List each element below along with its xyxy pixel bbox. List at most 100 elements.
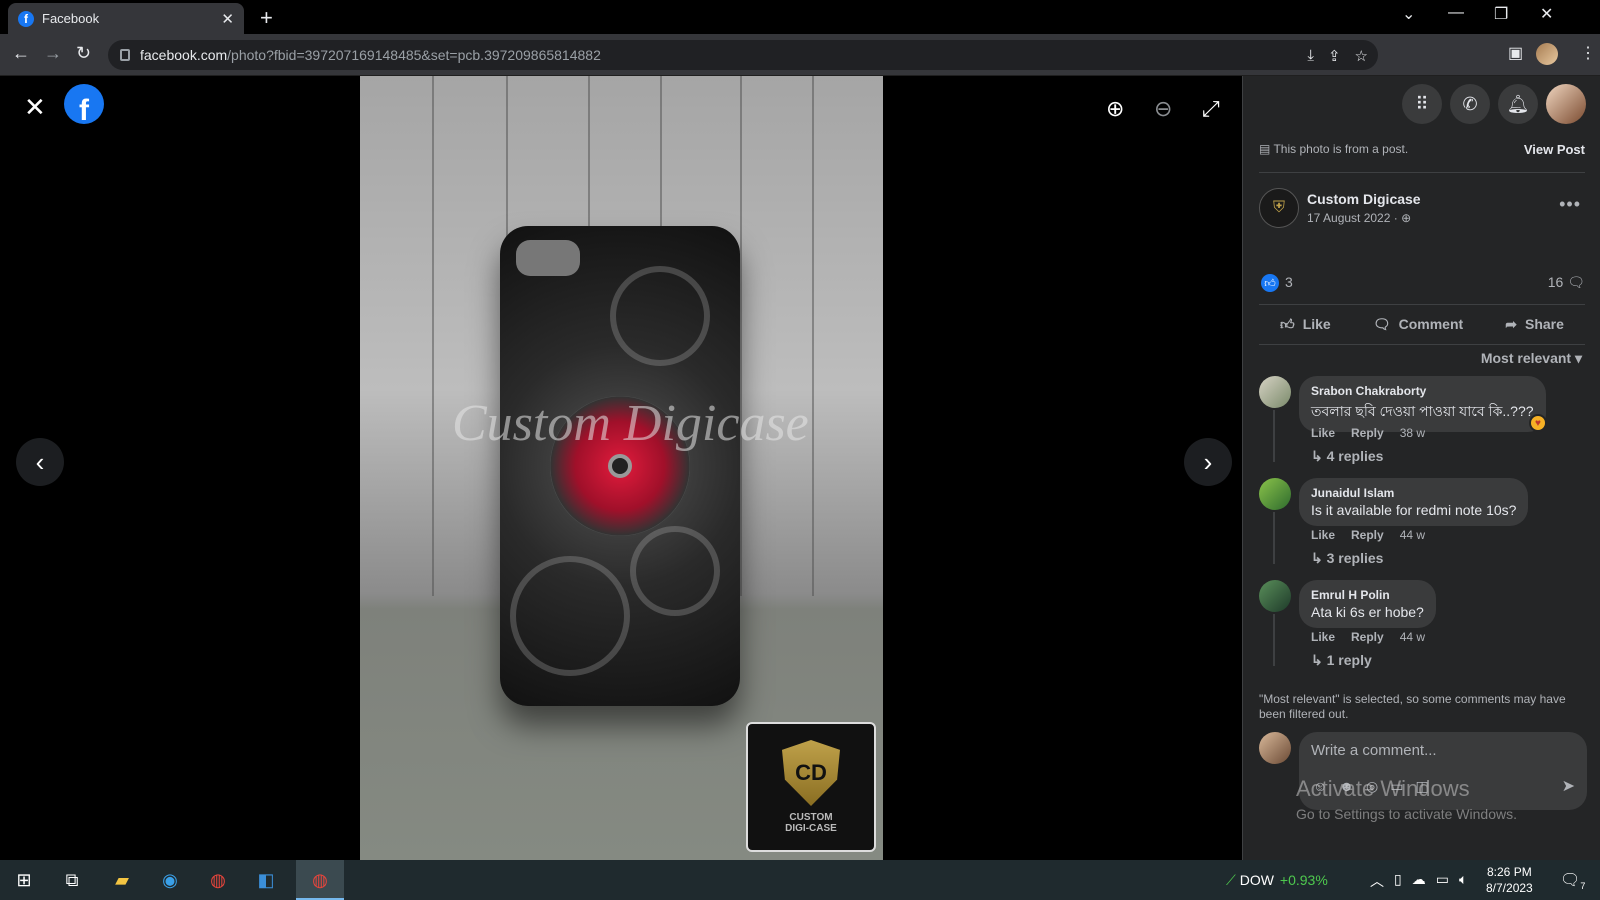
shield-logo-icon: CD: [782, 740, 840, 806]
volume-icon[interactable]: 🔈︎: [1459, 871, 1467, 891]
view-replies-link[interactable]: ↳ 1 reply: [1311, 652, 1372, 669]
close-icon[interactable]: ✕: [24, 92, 46, 123]
commenter-avatar[interactable]: [1259, 580, 1291, 612]
onedrive-icon[interactable]: ☁: [1412, 871, 1426, 891]
tab-search-icon[interactable]: ⌄: [1402, 4, 1415, 24]
love-reaction-icon[interactable]: ♥: [1529, 414, 1547, 432]
wood-plank-line: [740, 76, 742, 596]
tab-facebook[interactable]: f Facebook ✕: [8, 3, 244, 34]
compass-hub: [608, 454, 632, 478]
minimize-icon[interactable]: —: [1448, 4, 1464, 22]
previous-photo-button[interactable]: ‹: [16, 438, 64, 486]
share-page-icon[interactable]: ⇪: [1328, 47, 1341, 65]
reply-arrow-icon: ↳: [1311, 550, 1327, 566]
comment-button[interactable]: 🗨︎ Comment: [1373, 316, 1463, 333]
reply-arrow-icon: ↳: [1311, 448, 1327, 464]
activate-subtitle: Go to Settings to activate Windows.: [1296, 806, 1517, 822]
commenter-avatar[interactable]: [1259, 376, 1291, 408]
comment-like-link[interactable]: Like: [1311, 528, 1335, 542]
comment-bubble: Emrul H Polin Ata ki 6s er hobe?: [1299, 580, 1436, 628]
chrome-icon[interactable]: ◍: [204, 866, 232, 894]
divider: [1259, 304, 1585, 305]
url-text: facebook.com/photo?fbid=397207169148485&…: [140, 47, 601, 63]
comment-like-link[interactable]: Like: [1311, 426, 1335, 440]
comment-time[interactable]: 38 w: [1400, 426, 1425, 440]
restore-icon[interactable]: ❐: [1494, 4, 1508, 24]
chart-up-icon: ⟋: [1226, 872, 1240, 888]
like-button[interactable]: 👍︎ Like: [1280, 316, 1331, 333]
thread-line: [1273, 410, 1275, 462]
comment-reply-link[interactable]: Reply: [1351, 630, 1384, 644]
vscode-icon[interactable]: ◧: [252, 866, 280, 894]
close-tab-icon[interactable]: ✕: [221, 10, 234, 28]
account-avatar[interactable]: [1546, 84, 1586, 124]
network-icon[interactable]: ▭: [1436, 871, 1449, 891]
fullscreen-icon[interactable]: ⤢: [1202, 96, 1220, 122]
thumbs-up-icon: 👍︎: [1280, 315, 1295, 332]
close-window-icon[interactable]: ✕: [1540, 4, 1553, 24]
comment-meta: Like Reply 38 w: [1311, 426, 1425, 440]
comment-time[interactable]: 44 w: [1400, 528, 1425, 542]
product-photo: Custom Digicase CD CUSTOM DIGI-CASE: [360, 76, 883, 860]
device-icon[interactable]: ▯: [1394, 871, 1402, 891]
user-avatar[interactable]: [1259, 732, 1291, 764]
comment-reply-link[interactable]: Reply: [1351, 528, 1384, 542]
comment-count[interactable]: 16 🗨︎: [1548, 274, 1585, 292]
view-replies-link[interactable]: ↳ 3 replies: [1311, 550, 1383, 567]
share-button[interactable]: ➦ Share: [1505, 316, 1564, 333]
comment-time[interactable]: 44 w: [1400, 630, 1425, 644]
lock-icon[interactable]: [120, 49, 130, 61]
comment-reply-link[interactable]: Reply: [1351, 426, 1384, 440]
back-icon[interactable]: ←: [12, 43, 30, 64]
divider: [1259, 172, 1585, 173]
task-view-icon[interactable]: ⧉: [58, 866, 86, 894]
windows-start-icon[interactable]: ⊞: [10, 866, 38, 894]
chrome-profile-icon[interactable]: ◍: [306, 866, 334, 894]
install-icon[interactable]: ⤓: [1307, 47, 1314, 65]
address-bar[interactable]: facebook.com/photo?fbid=397207169148485&…: [108, 40, 1378, 70]
menu-grid-icon[interactable]: ⠿: [1402, 84, 1442, 124]
forward-icon[interactable]: →: [44, 43, 62, 64]
post-note: ▤ This photo is from a post. View Post: [1259, 142, 1585, 157]
chevron-left-icon: ‹: [35, 446, 45, 477]
wood-plank-line: [432, 76, 434, 596]
comment-meta: Like Reply 44 w: [1311, 528, 1425, 542]
view-replies-link[interactable]: ↳ 4 replies: [1311, 448, 1383, 465]
comment-input[interactable]: [1311, 740, 1571, 760]
commenter-name[interactable]: Emrul H Polin: [1311, 588, 1424, 602]
edge-icon[interactable]: ◉: [156, 866, 184, 894]
browser-profile-avatar[interactable]: [1536, 43, 1558, 65]
bookmark-star-icon[interactable]: ☆: [1355, 47, 1368, 65]
like-count[interactable]: 👍︎ 3: [1261, 274, 1293, 293]
facebook-logo-icon[interactable]: f: [64, 84, 104, 124]
view-post-link[interactable]: View Post: [1524, 142, 1585, 157]
commenter-name[interactable]: Junaidul Islam: [1311, 486, 1516, 500]
side-panel-icon[interactable]: ▣: [1508, 43, 1523, 63]
new-tab-icon[interactable]: +: [260, 5, 273, 31]
facebook-favicon-icon: f: [18, 10, 34, 27]
post-author: ⛨ Custom Digicase 17 August 2022 · ⊕ •••: [1259, 188, 1585, 228]
system-clock[interactable]: 8:26 PM 8/7/2023: [1486, 864, 1533, 896]
reload-icon[interactable]: ↻: [76, 43, 91, 64]
post-date[interactable]: 17 August 2022 · ⊕: [1307, 211, 1421, 225]
chrome-menu-icon[interactable]: ⋮: [1580, 43, 1596, 63]
comment-like-link[interactable]: Like: [1311, 630, 1335, 644]
notifications-bell-icon[interactable]: 🔔︎: [1498, 84, 1538, 124]
notification-center-icon[interactable]: 🗨︎7: [1560, 870, 1585, 891]
share-icon: ➦: [1505, 315, 1517, 332]
send-icon[interactable]: ➤: [1562, 776, 1575, 796]
show-hidden-icons-icon[interactable]: ︿: [1370, 871, 1384, 891]
stock-ticker[interactable]: ⟋ DOW +0.93%: [1226, 872, 1328, 889]
messenger-icon[interactable]: ✆: [1450, 84, 1490, 124]
comment-sort-dropdown[interactable]: Most relevant ▾: [1481, 350, 1582, 367]
zoom-in-icon[interactable]: ⊕: [1106, 96, 1124, 122]
zoom-out-icon[interactable]: ⊖: [1154, 96, 1172, 122]
author-name[interactable]: Custom Digicase: [1307, 191, 1421, 207]
file-explorer-icon[interactable]: ▰: [108, 866, 136, 894]
next-photo-button[interactable]: ›: [1184, 438, 1232, 486]
commenter-avatar[interactable]: [1259, 478, 1291, 510]
more-options-icon[interactable]: •••: [1559, 194, 1581, 215]
commenter-name[interactable]: Srabon Chakraborty: [1311, 384, 1534, 398]
author-avatar[interactable]: ⛨: [1259, 188, 1299, 228]
post-actions: 👍︎ Like 🗨︎ Comment ➦ Share: [1259, 306, 1585, 342]
